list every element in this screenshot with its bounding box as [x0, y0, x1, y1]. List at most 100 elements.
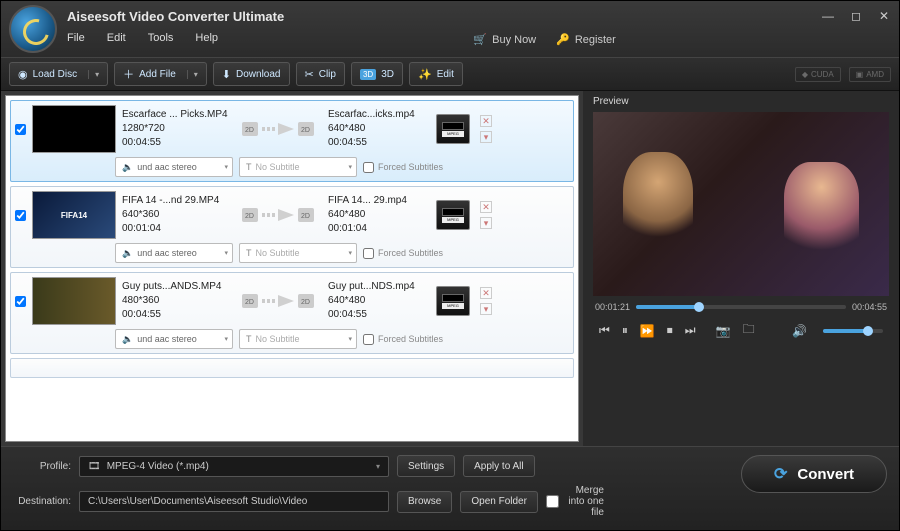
item-output-info: FIFA 14... 29.mp4 640*480 00:01:04 [328, 194, 430, 236]
item-checkbox[interactable] [15, 124, 26, 135]
stop-button[interactable]: ⏹ [667, 323, 673, 338]
item-remove-icon[interactable]: ✕ [480, 115, 492, 127]
menubar: File Edit Tools Help [67, 32, 284, 44]
download-button[interactable]: ⬇Download [213, 62, 290, 86]
load-disc-button[interactable]: ◉Load Disc [9, 62, 108, 86]
item-checkbox[interactable] [15, 296, 26, 307]
scissors-icon: ✂ [305, 68, 314, 81]
item-remove-icon[interactable]: ✕ [480, 287, 492, 299]
destination-input[interactable]: C:\Users\User\Documents\Aiseesoft Studio… [79, 491, 389, 512]
subtitle-select[interactable]: TNo Subtitle [239, 329, 357, 349]
cuda-badge: ◆CUDA [795, 67, 841, 82]
minimize-button[interactable]: — [821, 9, 835, 23]
item-remove-icon[interactable]: ✕ [480, 201, 492, 213]
subtitle-select[interactable]: TNo Subtitle [239, 157, 357, 177]
file-list-scroll[interactable]: Escarface ... Picks.MP4 1280*720 00:04:5… [5, 95, 579, 442]
output-format-chip[interactable]: MPEG [436, 114, 470, 144]
list-item[interactable] [10, 358, 574, 378]
audio-track-select[interactable]: 🔈und aac stereo [115, 157, 233, 177]
item-checkbox[interactable] [15, 210, 26, 221]
svg-text:2D: 2D [301, 299, 310, 306]
merge-checkbox[interactable]: Merge into one file [546, 485, 604, 518]
app-logo-icon [9, 5, 57, 53]
item-source-info: FIFA 14 -...nd 29.MP4 640*360 00:01:04 [122, 194, 234, 236]
snapshot-folder-button[interactable]: 🗀 [743, 320, 755, 341]
item-output-info: Guy put...NDS.mp4 640*480 00:04:55 [328, 280, 430, 322]
open-folder-button[interactable]: Open Folder [460, 491, 538, 513]
app-title: Aiseesoft Video Converter Ultimate [67, 9, 284, 24]
download-icon: ⬇ [222, 68, 231, 81]
subtitle-select[interactable]: TNo Subtitle [239, 243, 357, 263]
edit-button[interactable]: ✨Edit [409, 62, 463, 86]
settings-button[interactable]: Settings [397, 455, 455, 477]
refresh-icon: ⟳ [774, 464, 787, 484]
profile-select[interactable]: 🎞MPEG-4 Video (*.mp4) [79, 456, 389, 477]
nvidia-icon: ◆ [802, 70, 808, 79]
svg-text:2D: 2D [301, 127, 310, 134]
close-button[interactable]: ✕ [877, 9, 891, 23]
item-thumbnail[interactable] [32, 277, 116, 325]
svg-text:2D: 2D [245, 127, 254, 134]
time-current: 00:01:21 [595, 302, 630, 312]
video-content [784, 162, 859, 262]
list-item[interactable]: Escarface ... Picks.MP4 1280*720 00:04:5… [10, 100, 574, 182]
forced-subtitles-checkbox[interactable]: Forced Subtitles [363, 248, 443, 259]
output-format-chip[interactable]: MPEG [436, 200, 470, 230]
menu-file[interactable]: File [67, 32, 85, 44]
destination-label: Destination: [13, 496, 71, 507]
volume-slider[interactable] [823, 329, 883, 333]
maximize-button[interactable]: ◻ [849, 9, 863, 23]
prev-button[interactable]: ⏮ [599, 323, 610, 338]
output-format-chip[interactable]: MPEG [436, 286, 470, 316]
item-thumbnail[interactable] [32, 105, 116, 153]
fast-forward-button[interactable]: ⏩ [640, 324, 655, 338]
item-expand-icon[interactable]: ▾ [480, 303, 492, 315]
svg-text:2D: 2D [301, 213, 310, 220]
plus-icon: ＋ [123, 66, 134, 82]
preview-label: Preview [583, 91, 899, 112]
speaker-icon: 🔈 [122, 162, 133, 173]
convert-button[interactable]: ⟳Convert [741, 455, 887, 493]
conversion-arrow-icon: 2D 2D [240, 115, 322, 143]
disc-icon: ◉ [18, 68, 28, 81]
list-item[interactable]: FIFA14 FIFA 14 -...nd 29.MP4 640*360 00:… [10, 186, 574, 268]
forced-subtitles-checkbox[interactable]: Forced Subtitles [363, 162, 443, 173]
buy-now-link[interactable]: 🛒Buy Now [473, 33, 536, 46]
list-item[interactable]: Guy puts...ANDS.MP4 480*360 00:04:55 2D 2… [10, 272, 574, 354]
profile-label: Profile: [13, 461, 71, 472]
preview-video[interactable] [593, 112, 889, 296]
svg-text:2D: 2D [245, 299, 254, 306]
next-button[interactable]: ⏭ [685, 323, 696, 338]
text-icon: T [246, 334, 252, 344]
clip-button[interactable]: ✂Clip [296, 62, 345, 86]
3d-button[interactable]: 3D3D [351, 62, 403, 86]
item-expand-icon[interactable]: ▾ [480, 217, 492, 229]
video-content [623, 152, 693, 252]
add-file-button[interactable]: ＋Add File [114, 62, 207, 86]
audio-track-select[interactable]: 🔈und aac stereo [115, 243, 233, 263]
speaker-icon: 🔈 [122, 248, 133, 259]
item-source-info: Guy puts...ANDS.MP4 480*360 00:04:55 [122, 280, 234, 322]
pause-button[interactable]: ⏸ [622, 323, 628, 338]
item-expand-icon[interactable]: ▾ [480, 131, 492, 143]
bottom-panel: Profile: 🎞MPEG-4 Video (*.mp4) Settings … [1, 446, 899, 530]
snapshot-button[interactable]: 📷 [716, 324, 731, 338]
svg-text:2D: 2D [245, 213, 254, 220]
volume-icon[interactable]: 🔊 [792, 324, 807, 338]
register-link[interactable]: 🔑Register [556, 33, 616, 46]
key-icon: 🔑 [556, 33, 570, 46]
menu-tools[interactable]: Tools [148, 32, 174, 44]
toolbar: ◉Load Disc ＋Add File ⬇Download ✂Clip 3D3… [1, 57, 899, 91]
text-icon: T [246, 162, 252, 172]
forced-subtitles-checkbox[interactable]: Forced Subtitles [363, 334, 443, 345]
text-icon: T [246, 248, 252, 258]
menu-help[interactable]: Help [195, 32, 218, 44]
amd-icon: ▣ [856, 70, 864, 79]
cart-icon: 🛒 [473, 33, 487, 46]
seek-slider[interactable] [636, 305, 846, 309]
audio-track-select[interactable]: 🔈und aac stereo [115, 329, 233, 349]
menu-edit[interactable]: Edit [107, 32, 126, 44]
browse-button[interactable]: Browse [397, 491, 452, 513]
item-thumbnail[interactable]: FIFA14 [32, 191, 116, 239]
apply-all-button[interactable]: Apply to All [463, 455, 534, 477]
